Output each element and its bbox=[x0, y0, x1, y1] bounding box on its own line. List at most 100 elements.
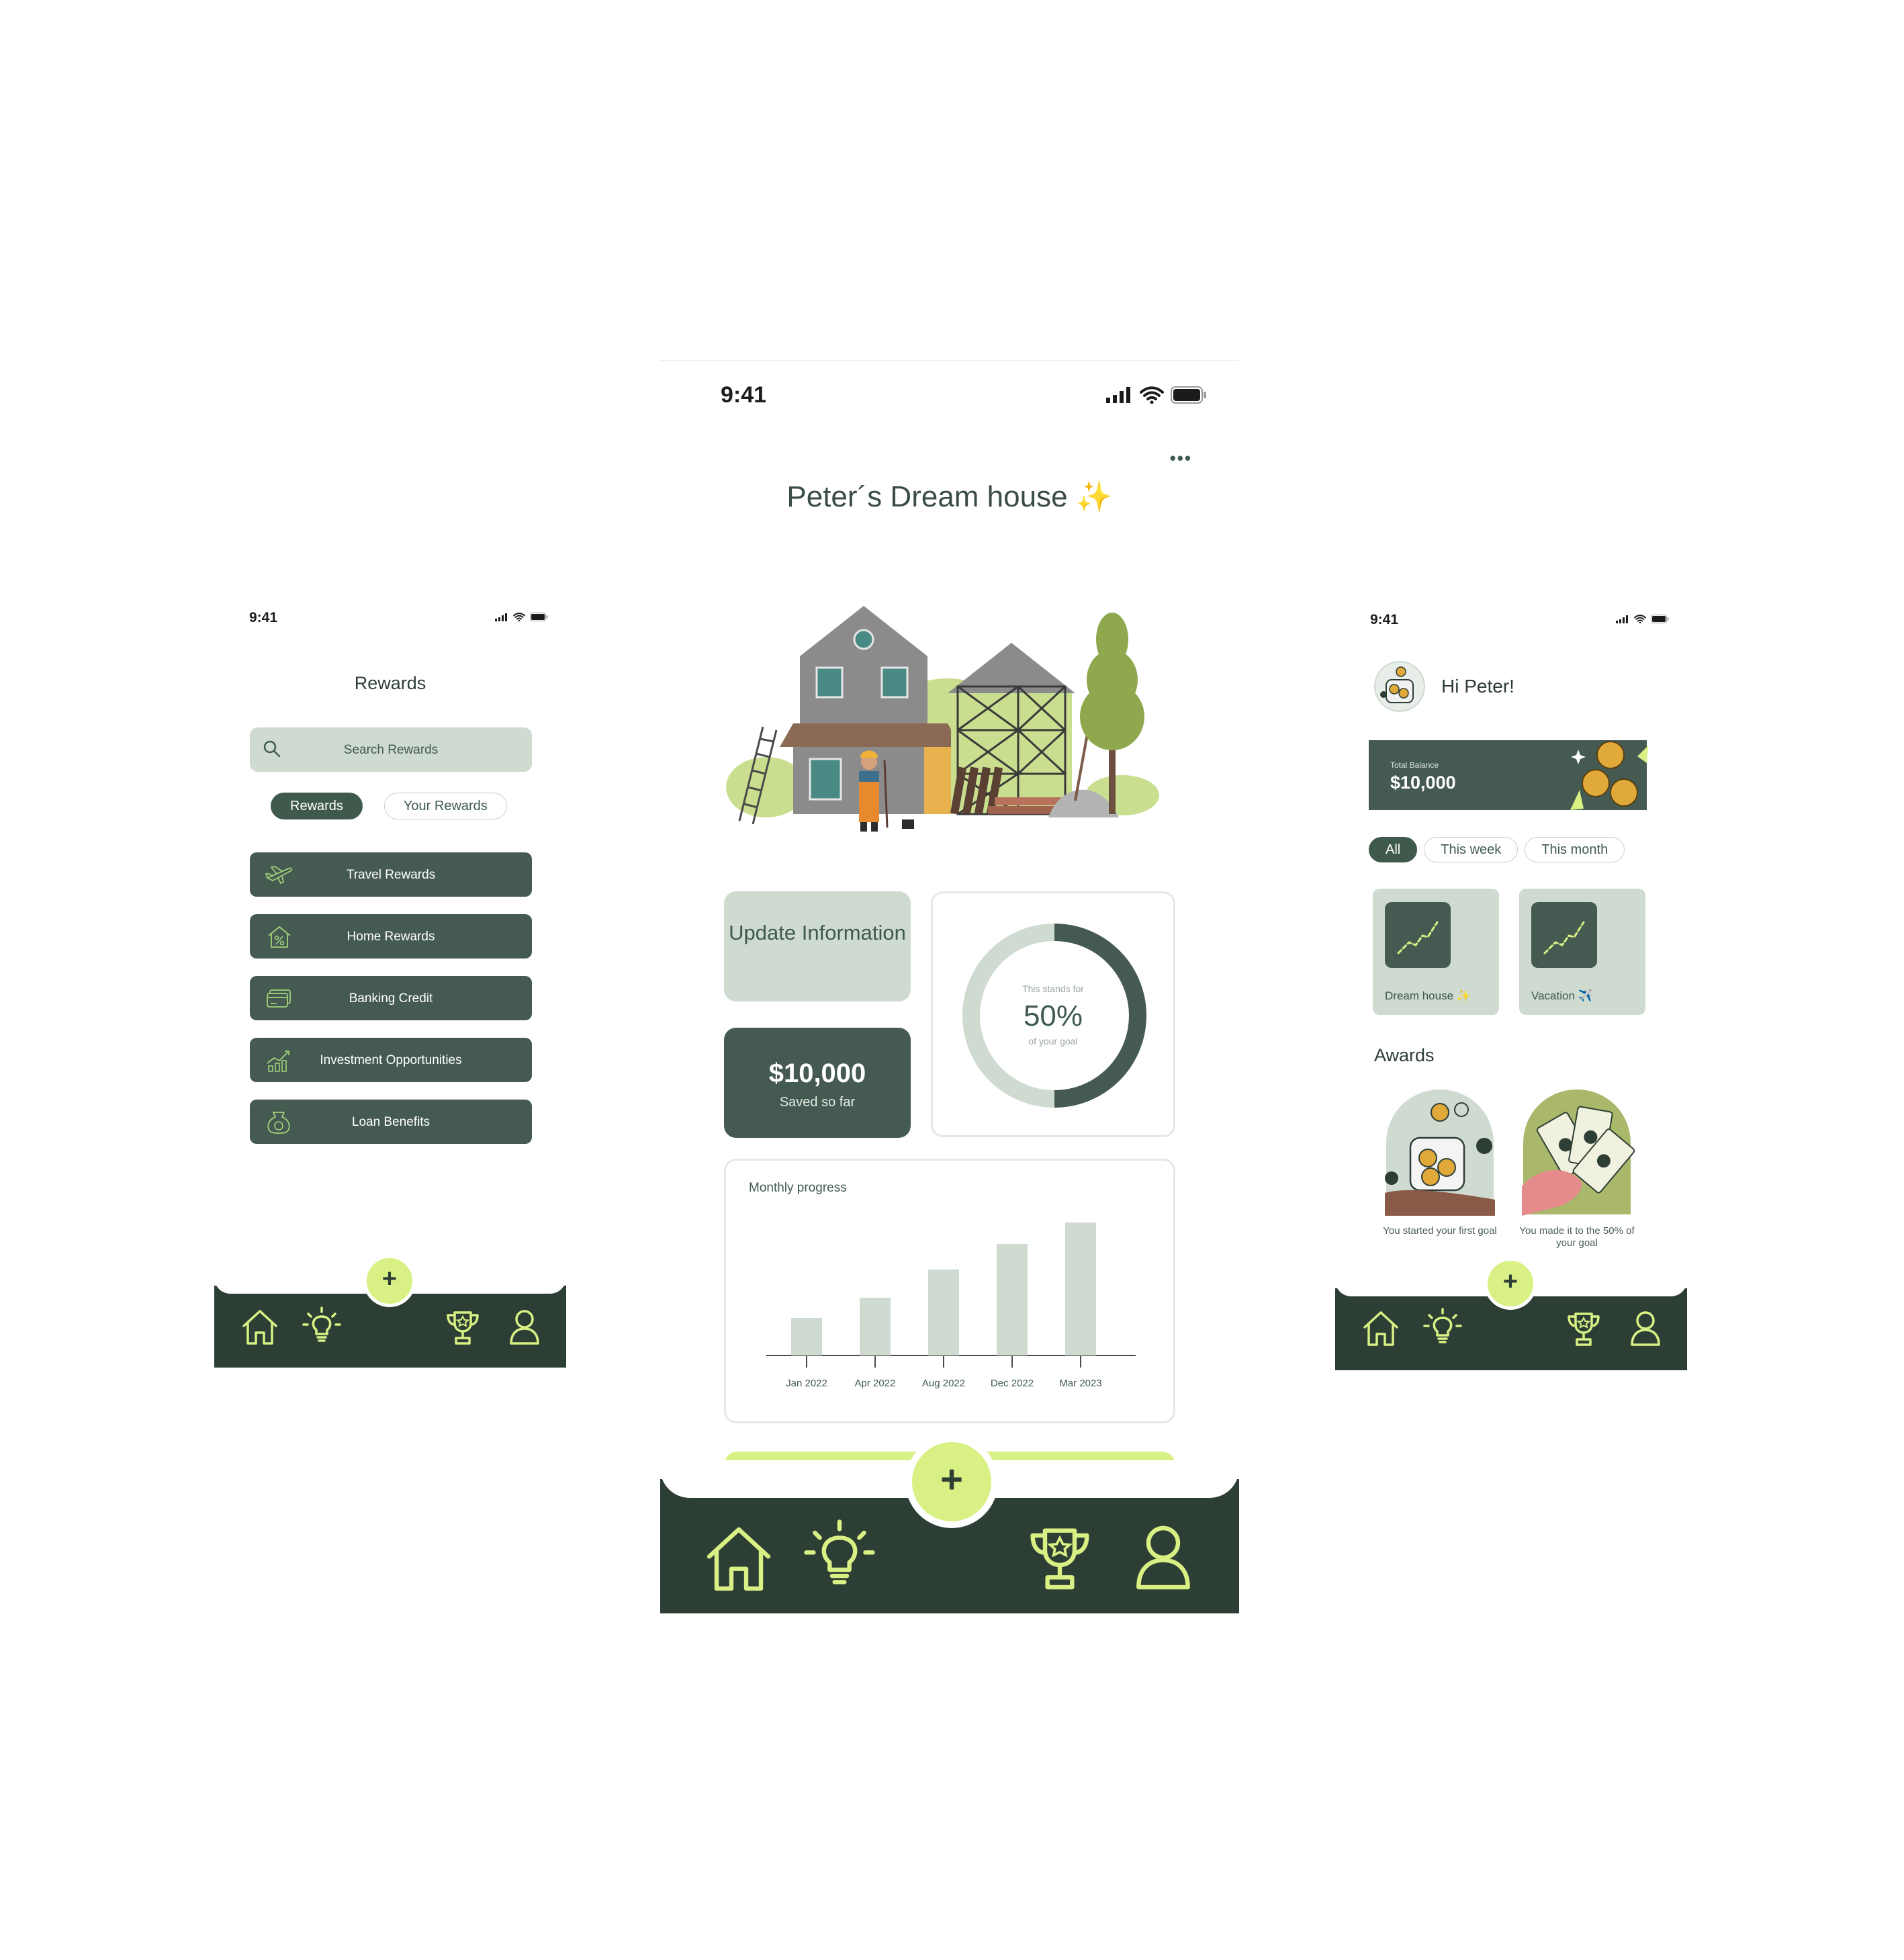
filter-this-week[interactable]: This week bbox=[1424, 837, 1518, 862]
house-illustration bbox=[726, 606, 1159, 832]
awards-title: Awards bbox=[1374, 1045, 1435, 1065]
wifi-icon bbox=[1140, 386, 1164, 404]
lightbulb-icon[interactable] bbox=[803, 1518, 876, 1592]
sparkle-icon: ✨ bbox=[1456, 989, 1471, 1002]
reward-item-label: Loan Benefits bbox=[351, 1115, 430, 1129]
chart-bar bbox=[997, 1244, 1028, 1355]
donut-caption-top: This stands for bbox=[1022, 983, 1084, 994]
award-badge-halfway[interactable] bbox=[1519, 1085, 1635, 1218]
monthly-progress-card: Monthly progress Jan 2022 Apr 2022 Aug 202… bbox=[724, 1159, 1175, 1423]
tab-rewards[interactable]: Rewards bbox=[271, 793, 363, 819]
reward-item-label: Home Rewards bbox=[347, 930, 435, 944]
balance-label: Total Balance bbox=[1390, 760, 1439, 770]
rewards-tabs: Rewards Your Rewards bbox=[271, 793, 507, 819]
add-button[interactable]: + bbox=[905, 1435, 998, 1528]
home-icon[interactable] bbox=[702, 1522, 776, 1596]
chart-bar bbox=[928, 1269, 959, 1355]
profile-icon[interactable] bbox=[504, 1307, 545, 1347]
x-tick-label: Jan 2022 bbox=[786, 1378, 827, 1389]
avatar-coins-icon bbox=[1375, 662, 1424, 711]
chart-bar bbox=[1065, 1222, 1096, 1355]
signal-icon bbox=[495, 613, 508, 621]
reward-item-label: Travel Rewards bbox=[346, 868, 436, 882]
reward-item-travel[interactable]: Travel Rewards bbox=[250, 852, 532, 897]
trophy-icon[interactable] bbox=[443, 1307, 483, 1347]
greeting: Hi Peter! bbox=[1441, 676, 1514, 697]
saved-amount-card: $10,000 Saved so far bbox=[724, 1028, 911, 1138]
wifi-icon bbox=[513, 613, 525, 621]
reward-item-home[interactable]: Home Rewards bbox=[250, 914, 532, 959]
chart-bar bbox=[860, 1298, 891, 1355]
goal-label: Vacation ✈️ bbox=[1531, 989, 1592, 1003]
airplane-icon: ✈️ bbox=[1578, 989, 1592, 1002]
add-button[interactable]: + bbox=[363, 1255, 416, 1307]
goal-label-text: Vacation bbox=[1531, 989, 1575, 1002]
award-caption: You started your first goal bbox=[1383, 1225, 1497, 1237]
goal-label-text: Dream house bbox=[1385, 989, 1454, 1002]
avatar[interactable] bbox=[1374, 661, 1425, 712]
goal-title-text: Peter´s Dream house bbox=[786, 480, 1068, 513]
trophy-icon[interactable] bbox=[1023, 1521, 1097, 1595]
page-title: Peter´s Dream house ✨ bbox=[660, 479, 1239, 514]
search-placeholder: Search Rewards bbox=[343, 743, 439, 757]
donut-caption-bottom: of your goal bbox=[1028, 1036, 1078, 1046]
x-tick-label: Apr 2022 bbox=[855, 1378, 896, 1389]
goal-detail-screen: 9:41 ••• Peter´s Dream house ✨ Update In… bbox=[660, 360, 1239, 1613]
lightbulb-icon[interactable] bbox=[1422, 1307, 1463, 1347]
home-icon[interactable] bbox=[1361, 1308, 1401, 1349]
x-tick-label: Mar 2023 bbox=[1059, 1378, 1101, 1389]
goal-label: Dream house ✨ bbox=[1385, 989, 1471, 1003]
donut-percent: 50% bbox=[1023, 999, 1083, 1032]
x-tick-label: Dec 2022 bbox=[991, 1378, 1034, 1389]
wifi-icon bbox=[1634, 615, 1646, 623]
goal-card-vacation[interactable]: Vacation ✈️ bbox=[1519, 889, 1645, 1015]
goal-icon-tile bbox=[1385, 902, 1451, 968]
reward-item-label: Investment Opportunities bbox=[320, 1053, 462, 1067]
goal-card-dream-house[interactable]: Dream house ✨ bbox=[1373, 889, 1499, 1015]
search-input[interactable]: Search Rewards bbox=[250, 727, 532, 772]
battery-icon bbox=[1651, 615, 1669, 623]
reward-item-label: Banking Credit bbox=[349, 991, 433, 1006]
update-information-label: Update Information bbox=[729, 921, 906, 944]
trophy-icon[interactable] bbox=[1563, 1308, 1604, 1349]
period-filter-tabs: All This week This month bbox=[1369, 837, 1625, 862]
status-time: 9:41 bbox=[721, 382, 767, 408]
rewards-screen: 9:41 Rewards Search Rewards Rewards Your… bbox=[214, 598, 566, 1368]
reward-item-investment[interactable]: Investment Opportunities bbox=[250, 1038, 532, 1082]
goal-progress-card: This stands for 50% of your goal bbox=[931, 891, 1175, 1137]
status-time: 9:41 bbox=[1370, 612, 1399, 627]
status-icons bbox=[495, 613, 548, 621]
x-tick-label: Aug 2022 bbox=[922, 1378, 965, 1389]
award-badge-started[interactable] bbox=[1382, 1085, 1498, 1218]
tab-your-rewards[interactable]: Your Rewards bbox=[383, 793, 507, 819]
home-dashboard-screen: 9:41 Hi Peter! Total Balance $10,000 All bbox=[1335, 602, 1687, 1370]
monthly-progress-chart: Jan 2022 Apr 2022 Aug 2022 Dec 2022 Mar 2023 bbox=[766, 1222, 1136, 1389]
reward-item-loan[interactable]: Loan Benefits bbox=[250, 1100, 532, 1144]
profile-icon[interactable] bbox=[1625, 1308, 1666, 1349]
status-time: 9:41 bbox=[249, 610, 278, 625]
coins-icon bbox=[1570, 741, 1648, 810]
more-options-icon[interactable]: ••• bbox=[1170, 448, 1192, 469]
growth-chart-icon bbox=[1397, 921, 1439, 954]
filter-all[interactable]: All bbox=[1369, 837, 1418, 862]
saved-amount: $10,000 bbox=[768, 1059, 866, 1088]
update-information-button[interactable]: Update Information bbox=[724, 891, 911, 1001]
add-button[interactable]: + bbox=[1484, 1257, 1537, 1310]
sparkle-icon: ✨ bbox=[1075, 480, 1113, 513]
growth-chart-icon bbox=[1543, 921, 1585, 954]
award-caption: You made it to the 50% of your goal bbox=[1519, 1225, 1635, 1249]
home-icon[interactable] bbox=[240, 1307, 280, 1347]
page-title: Rewards bbox=[354, 673, 426, 693]
lightbulb-icon[interactable] bbox=[302, 1306, 342, 1346]
battery-icon bbox=[1171, 386, 1207, 404]
battery-icon bbox=[530, 613, 548, 621]
filter-this-month[interactable]: This month bbox=[1525, 837, 1625, 862]
goal-icon-tile bbox=[1531, 902, 1597, 968]
total-balance-card: Total Balance $10,000 bbox=[1369, 740, 1648, 810]
rewards-list: Travel Rewards Home Rewards Banking Cred… bbox=[250, 852, 532, 1161]
profile-icon[interactable] bbox=[1126, 1521, 1200, 1595]
saved-caption: Saved so far bbox=[779, 1095, 856, 1110]
status-icons bbox=[1616, 615, 1669, 623]
reward-item-banking[interactable]: Banking Credit bbox=[250, 976, 532, 1020]
balance-value: $10,000 bbox=[1390, 772, 1456, 793]
